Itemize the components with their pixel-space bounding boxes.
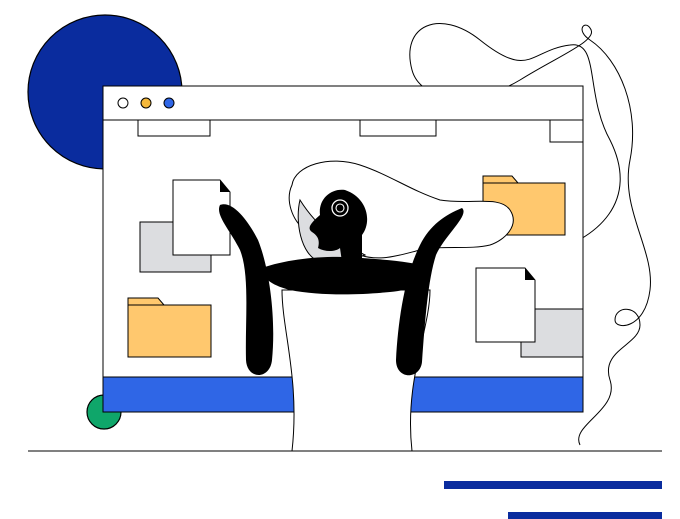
navy-bar-top [444, 481, 662, 489]
maximize-dot-icon[interactable] [163, 97, 175, 109]
tab-box-3 [549, 119, 584, 143]
illustration [27, 14, 662, 519]
tab-box-1 [137, 119, 211, 137]
minimize-dot-icon[interactable] [140, 97, 152, 109]
close-dot-icon[interactable] [117, 97, 129, 109]
folder-icon[interactable] [127, 297, 212, 358]
navy-bar-bottom [508, 512, 662, 519]
document-icon[interactable] [475, 267, 536, 343]
tab-box-2 [359, 119, 437, 137]
